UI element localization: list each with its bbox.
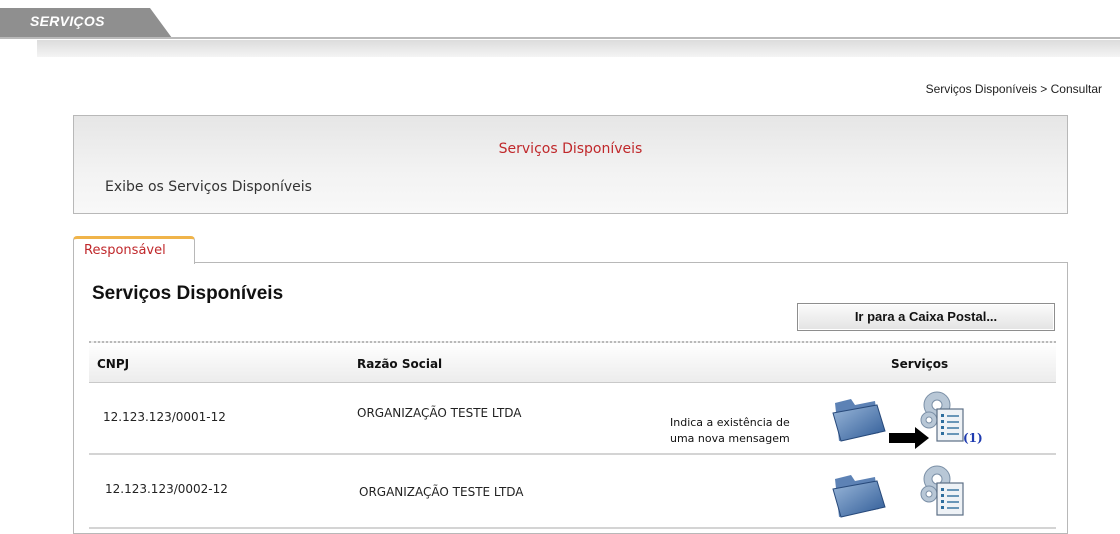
page-title: Serviços Disponíveis — [498, 141, 643, 157]
cnpj-cell: 12.123.123/0002-12 — [105, 482, 228, 496]
annotation-line: Indica a existência de — [670, 416, 790, 429]
page-header-panel: Serviços Disponíveis Exibe os Serviços D… — [73, 115, 1068, 214]
breadcrumb: Serviços Disponíveis > Consultar — [925, 82, 1102, 96]
column-header-razao-social: Razão Social — [357, 357, 443, 371]
header-strip — [37, 40, 1120, 57]
services-panel: Serviços Disponíveis Ir para a Caixa Pos… — [73, 262, 1068, 534]
tab-responsavel[interactable]: Responsável — [73, 236, 195, 264]
top-tab-servicos[interactable]: SERVIÇOS — [30, 13, 105, 29]
razao-social-cell: ORGANIZAÇÃO TESTE LTDA — [357, 406, 522, 420]
annotation-line: uma nova mensagem — [670, 432, 790, 445]
razao-social-cell: ORGANIZAÇÃO TESTE LTDA — [359, 485, 524, 499]
new-message-annotation: Indica a existência de uma nova mensagem — [670, 415, 790, 447]
page-description: Exibe os Serviços Disponíveis — [105, 179, 312, 195]
folder-icon[interactable] — [829, 465, 891, 521]
table-row: 12.123.123/0001-12 ORGANIZAÇÃO TESTE LTD… — [89, 381, 1056, 455]
settings-list-icon[interactable] — [915, 385, 971, 447]
topbar-divider — [0, 37, 1120, 39]
caixa-postal-button[interactable]: Ir para a Caixa Postal... — [797, 303, 1055, 331]
top-tab-bar: SERVIÇOS — [0, 0, 1120, 40]
folder-icon[interactable] — [829, 389, 891, 445]
table-header: CNPJ Razão Social Serviços — [89, 341, 1056, 383]
section-title: Serviços Disponíveis — [92, 283, 284, 304]
column-header-servicos: Serviços — [891, 357, 949, 371]
table-row: 12.123.123/0002-12 ORGANIZAÇÃO TESTE LTD… — [89, 455, 1056, 529]
cnpj-cell: 12.123.123/0001-12 — [103, 410, 226, 424]
settings-list-icon[interactable] — [915, 459, 971, 521]
column-header-cnpj: CNPJ — [97, 357, 130, 371]
